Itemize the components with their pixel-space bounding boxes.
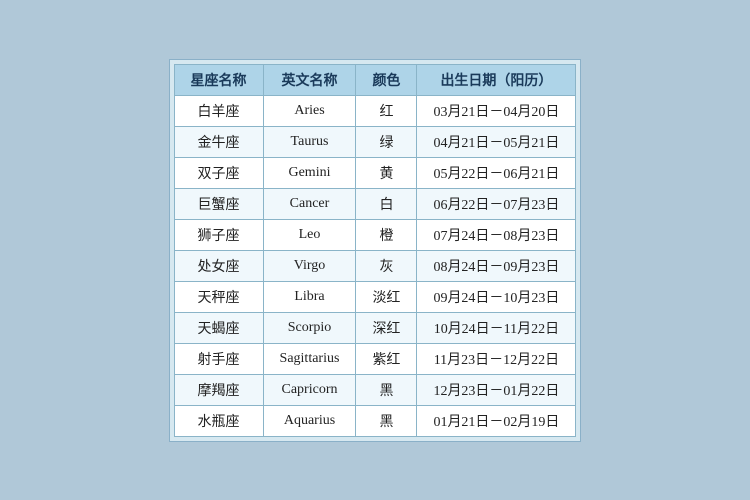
table-row: 巨蟹座Cancer白06月22日－07月23日 bbox=[174, 188, 576, 219]
table-cell-1-0: 金牛座 bbox=[174, 126, 263, 157]
table-cell-2-0: 双子座 bbox=[174, 157, 263, 188]
table-row: 水瓶座Aquarius黑01月21日－02月19日 bbox=[174, 405, 576, 436]
table-row: 摩羯座Capricorn黑12月23日－01月22日 bbox=[174, 374, 576, 405]
zodiac-table: 星座名称英文名称颜色出生日期（阳历） 白羊座Aries红03月21日－04月20… bbox=[174, 64, 577, 437]
table-cell-1-2: 绿 bbox=[356, 126, 417, 157]
table-body: 白羊座Aries红03月21日－04月20日金牛座Taurus绿04月21日－0… bbox=[174, 95, 576, 436]
table-cell-0-3: 03月21日－04月20日 bbox=[417, 95, 576, 126]
table-cell-5-1: Virgo bbox=[263, 250, 356, 281]
table-cell-9-3: 12月23日－01月22日 bbox=[417, 374, 576, 405]
table-cell-8-1: Sagittarius bbox=[263, 343, 356, 374]
table-cell-10-2: 黑 bbox=[356, 405, 417, 436]
table-cell-3-3: 06月22日－07月23日 bbox=[417, 188, 576, 219]
column-header-2: 颜色 bbox=[356, 64, 417, 95]
table-cell-8-2: 紫红 bbox=[356, 343, 417, 374]
table-row: 白羊座Aries红03月21日－04月20日 bbox=[174, 95, 576, 126]
column-header-0: 星座名称 bbox=[174, 64, 263, 95]
table-row: 处女座Virgo灰08月24日－09月23日 bbox=[174, 250, 576, 281]
table-cell-3-0: 巨蟹座 bbox=[174, 188, 263, 219]
table-cell-7-0: 天蝎座 bbox=[174, 312, 263, 343]
table-row: 金牛座Taurus绿04月21日－05月21日 bbox=[174, 126, 576, 157]
table-cell-6-2: 淡红 bbox=[356, 281, 417, 312]
table-cell-8-3: 11月23日－12月22日 bbox=[417, 343, 576, 374]
table-row: 天秤座Libra淡红09月24日－10月23日 bbox=[174, 281, 576, 312]
table-row: 射手座Sagittarius紫红11月23日－12月22日 bbox=[174, 343, 576, 374]
table-cell-10-0: 水瓶座 bbox=[174, 405, 263, 436]
table-cell-1-3: 04月21日－05月21日 bbox=[417, 126, 576, 157]
table-cell-3-1: Cancer bbox=[263, 188, 356, 219]
table-header-row: 星座名称英文名称颜色出生日期（阳历） bbox=[174, 64, 576, 95]
table-cell-3-2: 白 bbox=[356, 188, 417, 219]
table-cell-5-3: 08月24日－09月23日 bbox=[417, 250, 576, 281]
table-cell-4-1: Leo bbox=[263, 219, 356, 250]
table-cell-0-2: 红 bbox=[356, 95, 417, 126]
table-cell-4-0: 狮子座 bbox=[174, 219, 263, 250]
table-cell-0-0: 白羊座 bbox=[174, 95, 263, 126]
table-cell-9-1: Capricorn bbox=[263, 374, 356, 405]
table-cell-2-3: 05月22日－06月21日 bbox=[417, 157, 576, 188]
table-cell-6-0: 天秤座 bbox=[174, 281, 263, 312]
table-cell-2-1: Gemini bbox=[263, 157, 356, 188]
table-cell-10-3: 01月21日－02月19日 bbox=[417, 405, 576, 436]
table-cell-5-2: 灰 bbox=[356, 250, 417, 281]
table-cell-9-0: 摩羯座 bbox=[174, 374, 263, 405]
table-cell-4-3: 07月24日－08月23日 bbox=[417, 219, 576, 250]
table-cell-7-1: Scorpio bbox=[263, 312, 356, 343]
zodiac-table-container: 星座名称英文名称颜色出生日期（阳历） 白羊座Aries红03月21日－04月20… bbox=[169, 59, 582, 442]
column-header-3: 出生日期（阳历） bbox=[417, 64, 576, 95]
table-cell-0-1: Aries bbox=[263, 95, 356, 126]
table-cell-8-0: 射手座 bbox=[174, 343, 263, 374]
table-cell-10-1: Aquarius bbox=[263, 405, 356, 436]
table-row: 双子座Gemini黄05月22日－06月21日 bbox=[174, 157, 576, 188]
table-cell-4-2: 橙 bbox=[356, 219, 417, 250]
table-cell-6-3: 09月24日－10月23日 bbox=[417, 281, 576, 312]
table-cell-5-0: 处女座 bbox=[174, 250, 263, 281]
table-cell-7-2: 深红 bbox=[356, 312, 417, 343]
table-cell-2-2: 黄 bbox=[356, 157, 417, 188]
table-cell-9-2: 黑 bbox=[356, 374, 417, 405]
table-row: 天蝎座Scorpio深红10月24日－11月22日 bbox=[174, 312, 576, 343]
table-cell-6-1: Libra bbox=[263, 281, 356, 312]
column-header-1: 英文名称 bbox=[263, 64, 356, 95]
table-cell-1-1: Taurus bbox=[263, 126, 356, 157]
table-cell-7-3: 10月24日－11月22日 bbox=[417, 312, 576, 343]
table-row: 狮子座Leo橙07月24日－08月23日 bbox=[174, 219, 576, 250]
